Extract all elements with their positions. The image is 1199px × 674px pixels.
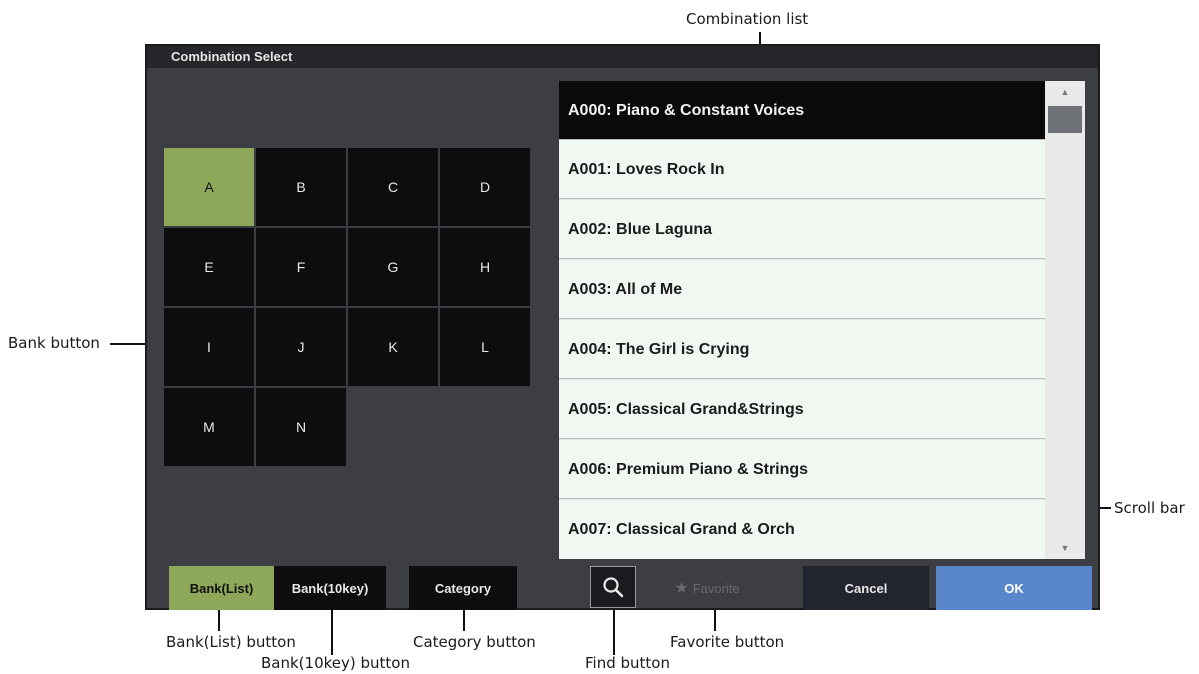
bank-button-g[interactable]: G: [348, 228, 439, 307]
bank-button-m[interactable]: M: [164, 388, 255, 467]
category-button[interactable]: Category: [409, 566, 517, 610]
bank-button-e[interactable]: E: [164, 228, 255, 307]
list-item[interactable]: A002: Blue Laguna: [559, 200, 1046, 259]
list-item[interactable]: A006: Premium Piano & Strings: [559, 440, 1046, 499]
bank-button-l[interactable]: L: [440, 308, 531, 387]
bank-button-n[interactable]: N: [256, 388, 347, 467]
callout-scroll-bar: Scroll bar: [1114, 499, 1185, 517]
bank-10key-button[interactable]: Bank(10key): [274, 566, 386, 610]
bank-button-k[interactable]: K: [348, 308, 439, 387]
callout-bank-list-button: Bank(List) button: [166, 633, 296, 651]
magnifier-icon: [603, 577, 624, 598]
list-item[interactable]: A001: Loves Rock In: [559, 140, 1046, 199]
bank-button-b[interactable]: B: [256, 148, 347, 227]
cancel-button[interactable]: Cancel: [803, 566, 929, 610]
bank-button-c[interactable]: C: [348, 148, 439, 227]
scroll-thumb[interactable]: [1048, 106, 1082, 133]
callout-bank-button: Bank button: [8, 334, 100, 352]
combination-list: A000: Piano & Constant Voices A001: Love…: [559, 81, 1046, 559]
scroll-bar[interactable]: ▲ ▼: [1045, 81, 1085, 559]
callout-line-bank-button: [110, 343, 150, 345]
callout-find-button: Find button: [585, 654, 670, 672]
combination-select-dialog: Combination Select A B C D E F G H I J K…: [145, 44, 1100, 610]
scroll-down-icon[interactable]: ▼: [1045, 543, 1085, 553]
callout-line-favorite: [714, 607, 716, 631]
bank-button-j[interactable]: J: [256, 308, 347, 387]
list-item[interactable]: A003: All of Me: [559, 260, 1046, 319]
callout-line-bank-list: [218, 607, 220, 631]
bank-button-h[interactable]: H: [440, 228, 531, 307]
callout-line-category: [463, 607, 465, 631]
callout-line-bank-10key: [331, 607, 333, 655]
scroll-up-icon[interactable]: ▲: [1045, 87, 1085, 97]
callout-combination-list: Combination list: [686, 10, 809, 28]
find-button[interactable]: [590, 566, 636, 608]
callout-favorite-button: Favorite button: [670, 633, 785, 651]
ok-button[interactable]: OK: [936, 566, 1092, 610]
bank-button-f[interactable]: F: [256, 228, 347, 307]
favorite-button[interactable]: ★ Favorite: [647, 566, 767, 610]
callout-category-button: Category button: [413, 633, 536, 651]
bank-button-a[interactable]: A: [164, 148, 255, 227]
dialog-title: Combination Select: [147, 46, 1098, 68]
bank-button-i[interactable]: I: [164, 308, 255, 387]
bank-button-d[interactable]: D: [440, 148, 531, 227]
bank-list-button[interactable]: Bank(List): [169, 566, 274, 610]
star-icon: ★: [674, 580, 689, 597]
list-item[interactable]: A004: The Girl is Crying: [559, 320, 1046, 379]
callout-bank-10key-button: Bank(10key) button: [261, 654, 410, 672]
favorite-label: Favorite: [692, 580, 740, 596]
list-item[interactable]: A000: Piano & Constant Voices: [559, 81, 1046, 140]
list-item[interactable]: A007: Classical Grand & Orch: [559, 500, 1046, 559]
list-item[interactable]: A005: Classical Grand&Strings: [559, 380, 1046, 439]
callout-line-find: [613, 607, 615, 655]
